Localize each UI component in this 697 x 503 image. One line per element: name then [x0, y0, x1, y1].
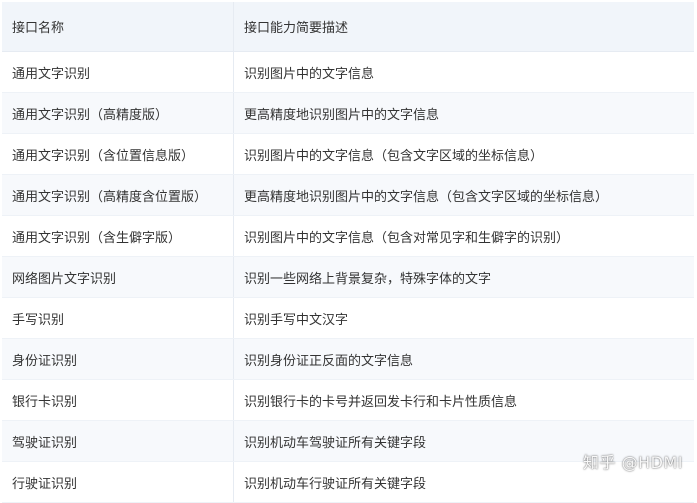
- api-name-cell: 身份证识别: [2, 338, 234, 380]
- table-row: 身份证识别 识别身份证正反面的文字信息: [2, 338, 694, 380]
- api-desc-cell: 识别图片中的文字信息（包含文字区域的坐标信息）: [233, 133, 694, 175]
- api-desc-cell: 识别一些网络上背景复杂，特殊字体的文字: [233, 256, 694, 298]
- table-row: 网络图片文字识别 识别一些网络上背景复杂，特殊字体的文字: [2, 256, 694, 298]
- api-desc-cell: 更高精度地识别图片中的文字信息（包含文字区域的坐标信息）: [233, 174, 694, 216]
- api-name-cell: 行驶证识别: [2, 461, 234, 503]
- table-row: 手写识别 识别手写中文汉字: [2, 297, 694, 339]
- api-name-cell: 通用文字识别: [2, 51, 234, 93]
- table-header-row: 接口名称 接口能力简要描述: [2, 2, 694, 52]
- api-table: 接口名称 接口能力简要描述 通用文字识别 识别图片中的文字信息 通用文字识别（高…: [2, 2, 694, 503]
- api-name-cell: 通用文字识别（高精度版）: [2, 92, 234, 134]
- table-row: 银行卡识别 识别银行卡的卡号并返回发卡行和卡片性质信息: [2, 379, 694, 421]
- api-desc-cell: 识别身份证正反面的文字信息: [233, 338, 694, 380]
- header-api-description: 接口能力简要描述: [233, 2, 694, 52]
- api-desc-cell: 识别图片中的文字信息: [233, 51, 694, 93]
- table-row: 通用文字识别（高精度版） 更高精度地识别图片中的文字信息: [2, 92, 694, 134]
- table-row: 通用文字识别 识别图片中的文字信息: [2, 51, 694, 93]
- api-name-cell: 通用文字识别（含位置信息版）: [2, 133, 234, 175]
- api-name-cell: 网络图片文字识别: [2, 256, 234, 298]
- table-row: 通用文字识别（含位置信息版） 识别图片中的文字信息（包含文字区域的坐标信息）: [2, 133, 694, 175]
- api-desc-cell: 识别银行卡的卡号并返回发卡行和卡片性质信息: [233, 379, 694, 421]
- api-name-cell: 手写识别: [2, 297, 234, 339]
- api-name-cell: 驾驶证识别: [2, 420, 234, 462]
- api-desc-cell: 识别手写中文汉字: [233, 297, 694, 339]
- api-name-cell: 通用文字识别（含生僻字版）: [2, 215, 234, 257]
- header-api-name: 接口名称: [2, 2, 234, 52]
- watermark: 知乎 @HDMI: [583, 453, 683, 472]
- api-name-cell: 通用文字识别（高精度含位置版）: [2, 174, 234, 216]
- table-row: 通用文字识别（高精度含位置版） 更高精度地识别图片中的文字信息（包含文字区域的坐…: [2, 174, 694, 216]
- api-desc-cell: 更高精度地识别图片中的文字信息: [233, 92, 694, 134]
- table-row: 通用文字识别（含生僻字版） 识别图片中的文字信息（包含对常见字和生僻字的识别）: [2, 215, 694, 257]
- api-name-cell: 银行卡识别: [2, 379, 234, 421]
- api-desc-cell: 识别图片中的文字信息（包含对常见字和生僻字的识别）: [233, 215, 694, 257]
